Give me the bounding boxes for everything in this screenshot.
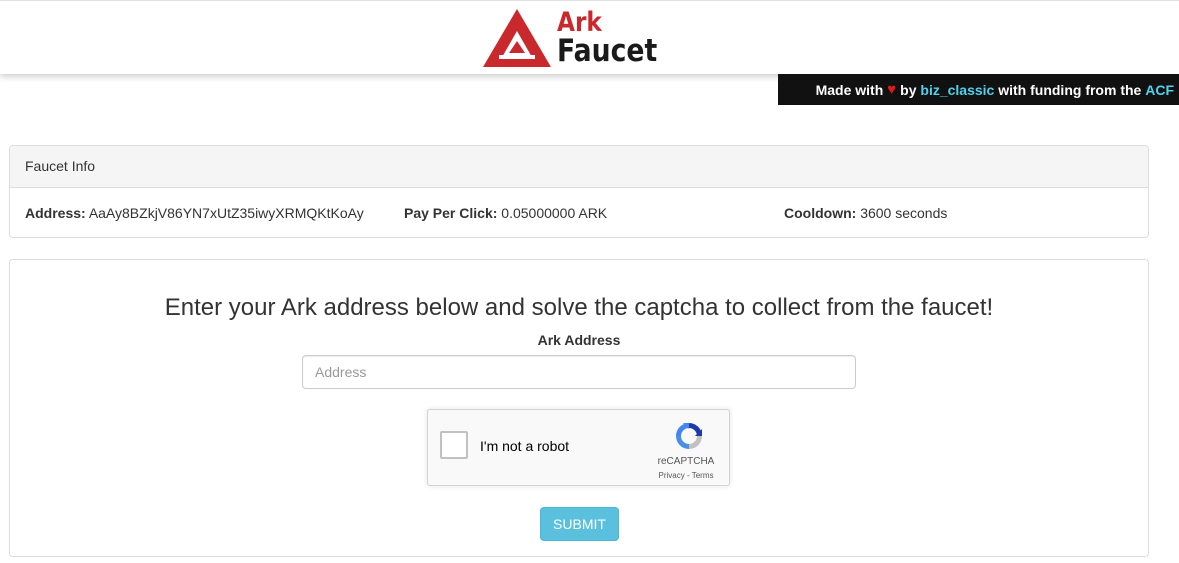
faucet-address-label: Address: (25, 205, 86, 221)
pay-per-click-value: 0.05000000 ARK (501, 205, 608, 221)
recaptcha-logo-icon (676, 423, 702, 449)
funder-link[interactable]: ACF (1145, 82, 1174, 98)
cooldown: Cooldown: 3600 seconds (784, 205, 947, 221)
ark-address-input[interactable] (302, 355, 856, 389)
claim-form-panel: Enter your Ark address below and solve t… (9, 259, 1149, 557)
submit-button[interactable]: SUBMIT (540, 507, 619, 541)
faucet-info-row: Address: AaAy8BZkjV86YN7xUtZ35iwyXRMQKtK… (10, 188, 1148, 238)
cooldown-value: 3600 seconds (860, 205, 948, 221)
credits-prefix: Made with (815, 81, 884, 98)
heart-icon: ♥ (887, 81, 897, 98)
faucet-info-title: Faucet Info (10, 146, 1148, 188)
recaptcha-privacy-terms[interactable]: Privacy - Terms (650, 471, 722, 480)
author-link[interactable]: biz_classic (920, 82, 994, 98)
pay-per-click-label: Pay Per Click: (404, 205, 498, 221)
recaptcha-widget: I'm not a robot reCAPTCHA Privacy - Term… (427, 409, 730, 486)
credits-middle: with funding from the (998, 81, 1142, 98)
recaptcha-label: I'm not a robot (480, 438, 570, 454)
logo-text-faucet: Faucet (557, 33, 658, 69)
credits-by: by (900, 81, 917, 98)
form-headline: Enter your Ark address below and solve t… (164, 294, 994, 321)
faucet-address: Address: AaAy8BZkjV86YN7xUtZ35iwyXRMQKtK… (25, 205, 364, 221)
cooldown-label: Cooldown: (784, 205, 857, 221)
faucet-address-value: AaAy8BZkjV86YN7xUtZ35iwyXRMQKtKoAy (88, 205, 364, 221)
ark-triangle-logo-icon (483, 9, 551, 67)
recaptcha-checkbox[interactable] (440, 431, 468, 459)
ark-address-label: Ark Address (537, 332, 621, 348)
recaptcha-brand: reCAPTCHA (657, 456, 715, 467)
faucet-info-panel: Faucet Info Address: AaAy8BZkjV86YN7xUtZ… (9, 145, 1149, 238)
site-logo[interactable]: Ark Faucet (481, 6, 661, 68)
header-bar: Ark Faucet (0, 0, 1179, 74)
pay-per-click: Pay Per Click: 0.05000000 ARK (404, 205, 607, 221)
credits-banner: Made with ♥ by biz_classic with funding … (778, 74, 1179, 105)
